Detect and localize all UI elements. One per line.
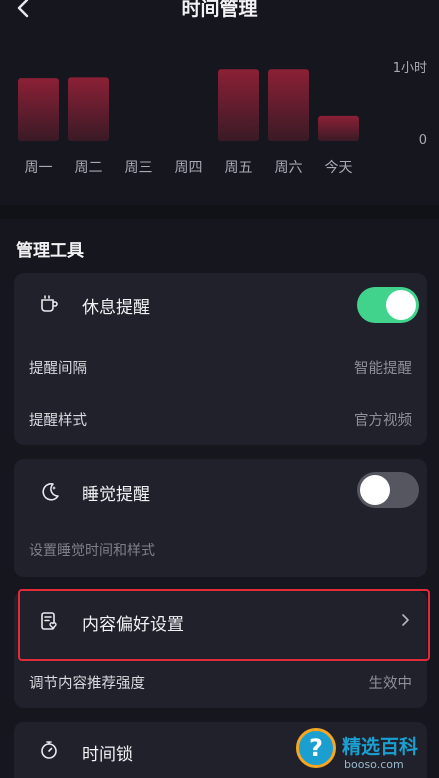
moon-icon bbox=[42, 483, 59, 501]
header: 时间管理 bbox=[0, 0, 439, 26]
bar-5[interactable] bbox=[268, 69, 309, 141]
sleep-reminder-row: 睡觉提醒 bbox=[14, 459, 427, 519]
highlight-annotation bbox=[18, 589, 430, 661]
cup-icon bbox=[41, 295, 58, 312]
x-tick-label: 周五 bbox=[225, 160, 253, 176]
section-divider bbox=[0, 205, 439, 219]
time-lock-label: 时间锁 bbox=[82, 745, 133, 765]
bar-1[interactable] bbox=[68, 77, 109, 141]
x-tick-label: 周四 bbox=[175, 160, 203, 176]
sleep-reminder-label: 睡觉提醒 bbox=[82, 485, 150, 505]
usage-chart: 周一 周二 周三 周四 周五 周六 今天 1小时 0 bbox=[0, 30, 439, 205]
sleep-reminder-card: 睡觉提醒 设置睡觉时间和样式 bbox=[14, 459, 427, 577]
watermark-url: booso.com bbox=[344, 758, 404, 771]
watermark-name: 精选百科 bbox=[342, 736, 419, 758]
x-tick-label: 周六 bbox=[275, 160, 303, 176]
reminder-style-label[interactable]: 提醒样式 bbox=[29, 409, 87, 430]
recommendation-strength-value[interactable]: 生效中 bbox=[369, 672, 413, 693]
timer-icon bbox=[41, 741, 57, 759]
sleep-reminder-hint: 设置睡觉时间和样式 bbox=[29, 543, 155, 559]
watermark-badge: ? bbox=[296, 728, 336, 768]
section-title: 管理工具 bbox=[16, 241, 84, 261]
recommendation-strength-label[interactable]: 调节内容推荐强度 bbox=[29, 672, 145, 693]
bar-0[interactable] bbox=[18, 78, 59, 141]
bar-6[interactable] bbox=[318, 115, 359, 141]
bar-4[interactable] bbox=[218, 69, 259, 141]
watermark-logo: ? 精选百科 booso.com bbox=[280, 718, 439, 778]
x-tick-label: 今天 bbox=[325, 160, 353, 176]
reminder-interval-label[interactable]: 提醒间隔 bbox=[29, 357, 87, 378]
reminder-interval-value[interactable]: 智能提醒 bbox=[354, 357, 412, 378]
rest-reminder-row: 休息提醒 bbox=[14, 273, 427, 333]
rest-reminder-card: 休息提醒 提醒间隔 智能提醒 提醒样式 官方视频 bbox=[14, 273, 427, 445]
rest-reminder-toggle[interactable] bbox=[357, 287, 419, 323]
question-icon: ? bbox=[309, 734, 323, 762]
toggle-knob bbox=[360, 475, 390, 505]
rest-reminder-label: 休息提醒 bbox=[82, 298, 150, 318]
reminder-style-value[interactable]: 官方视频 bbox=[354, 409, 412, 430]
time-management-screen: 时间管理 周一 周二 周三 周四 周五 周六 今天 1小时 0 管理工具 休息提… bbox=[0, 0, 439, 778]
y-tick-bottom: 0 bbox=[419, 133, 427, 148]
x-tick-label: 周一 bbox=[25, 160, 53, 176]
usage-chart-svg: 周一 周二 周三 周四 周五 周六 今天 1小时 0 bbox=[18, 61, 427, 176]
x-tick-label: 周三 bbox=[125, 160, 153, 176]
y-tick-top: 1小时 bbox=[393, 61, 427, 76]
sleep-reminder-toggle[interactable] bbox=[357, 472, 419, 508]
x-tick-label: 周二 bbox=[75, 160, 103, 176]
toggle-knob bbox=[386, 290, 416, 320]
page-title: 时间管理 bbox=[181, 0, 258, 20]
